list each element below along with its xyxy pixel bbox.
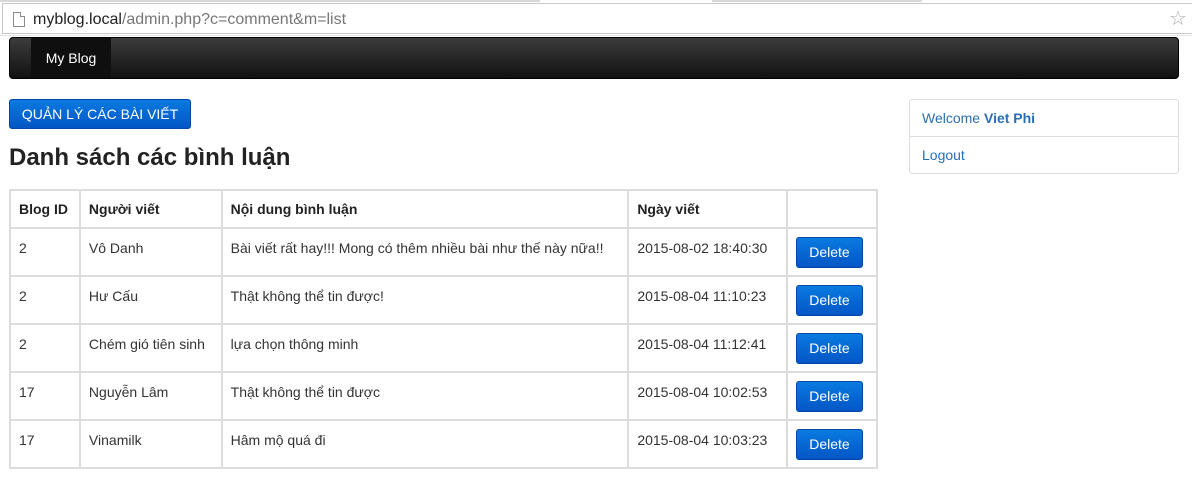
cell-action: Delete: [785, 419, 879, 469]
logout-link[interactable]: Logout: [910, 137, 1178, 174]
cell-author: Vinamilk: [78, 419, 223, 469]
delete-button[interactable]: Delete: [795, 429, 863, 460]
table-row: 17 Nguyễn Lâm Thật không thể tin được 20…: [9, 371, 879, 421]
page-icon: [13, 12, 25, 27]
cell-blog-id: 17: [9, 419, 81, 469]
cell-action: Delete: [785, 227, 879, 277]
comments-table: Blog ID Người viết Nội dung bình luận Ng…: [9, 189, 879, 469]
cell-content: Hâm mộ quá đi: [220, 419, 630, 469]
manage-posts-button[interactable]: QUẢN LÝ CÁC BÀI VIẾT: [9, 99, 191, 129]
navbar: My Blog: [9, 37, 1179, 79]
delete-button[interactable]: Delete: [795, 333, 863, 364]
delete-button[interactable]: Delete: [795, 381, 863, 412]
table-row: 2 Chém gió tiên sinh lựa chọn thông minh…: [9, 323, 879, 373]
cell-blog-id: 2: [9, 323, 81, 373]
browser-address-bar: myblog.local/admin.php?c=comment&m=list …: [0, 0, 1192, 36]
cell-author: Nguyễn Lâm: [78, 371, 223, 421]
cell-date: 2015-08-04 10:03:23: [627, 419, 788, 469]
user-panel: Welcome Viet Phi Logout: [909, 99, 1179, 174]
delete-button[interactable]: Delete: [795, 285, 863, 316]
page-title: Danh sách các bình luận: [9, 144, 291, 171]
cell-blog-id: 2: [9, 227, 81, 277]
table-row: 2 Hư Cấu Thật không thể tin được! 2015-0…: [9, 275, 879, 325]
cell-author: Vô Danh: [78, 227, 223, 277]
table-row: 17 Vinamilk Hâm mộ quá đi 2015-08-04 10:…: [9, 419, 879, 469]
cell-action: Delete: [785, 371, 879, 421]
star-icon[interactable]: ☆: [1169, 9, 1187, 29]
cell-author: Chém gió tiên sinh: [78, 323, 223, 373]
table-header-row: Blog ID Người viết Nội dung bình luận Ng…: [9, 189, 879, 229]
column-header-blog-id: Blog ID: [9, 189, 81, 229]
welcome-item[interactable]: Welcome Viet Phi: [910, 100, 1178, 137]
column-header-action: [785, 189, 879, 229]
url-text[interactable]: myblog.local/admin.php?c=comment&m=list: [33, 11, 346, 29]
cell-blog-id: 2: [9, 275, 81, 325]
url-field[interactable]: myblog.local/admin.php?c=comment&m=list …: [2, 3, 1192, 34]
cell-content: lựa chọn thông minh: [220, 323, 630, 373]
column-header-author: Người viết: [78, 189, 223, 229]
cell-date: 2015-08-04 11:12:41: [627, 323, 788, 373]
url-path: /admin.php?c=comment&m=list: [121, 11, 347, 28]
url-host: myblog.local: [33, 11, 122, 28]
cell-action: Delete: [785, 323, 879, 373]
cell-content: Thật không thể tin được!: [220, 275, 630, 325]
cell-date: 2015-08-02 18:40:30: [627, 227, 788, 277]
delete-button[interactable]: Delete: [795, 237, 863, 268]
tab-strip-edge: [712, 0, 922, 2]
user-name: Viet Phi: [983, 110, 1036, 126]
cell-action: Delete: [785, 275, 879, 325]
navbar-brand[interactable]: My Blog: [31, 38, 111, 78]
table-row: 2 Vô Danh Bài viết rất hay!!! Mong có th…: [9, 227, 879, 277]
cell-content: Thật không thể tin được: [220, 371, 630, 421]
column-header-date: Ngày viết: [627, 189, 788, 229]
tab-strip-edge: [0, 0, 540, 2]
column-header-content: Nội dung bình luận: [220, 189, 630, 229]
cell-blog-id: 17: [9, 371, 81, 421]
cell-date: 2015-08-04 11:10:23: [627, 275, 788, 325]
cell-content: Bài viết rất hay!!! Mong có thêm nhiều b…: [220, 227, 630, 277]
cell-date: 2015-08-04 10:02:53: [627, 371, 788, 421]
welcome-label: Welcome: [922, 110, 981, 126]
cell-author: Hư Cấu: [78, 275, 223, 325]
